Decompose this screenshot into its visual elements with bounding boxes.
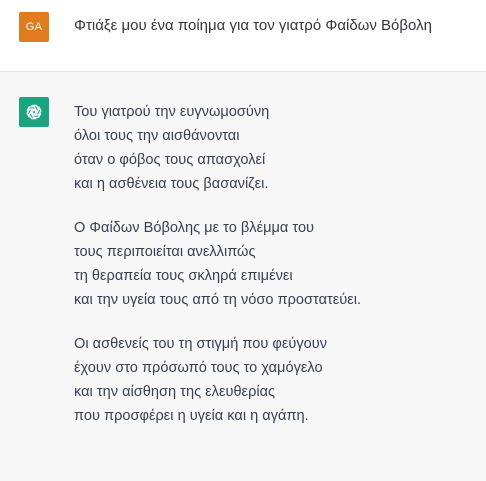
poem-line: που προσφέρει η υγεία και η αγάπη. <box>74 408 309 424</box>
poem-stanza: Οι ασθενείς του τη στιγμή που φεύγουν έχ… <box>74 332 484 428</box>
poem-line: τη θεραπεία τους σκληρά επιμένει <box>74 268 293 284</box>
poem-stanza: Ο Φαίδων Βόβολης με το βλέμμα του τους π… <box>74 216 484 312</box>
poem-line: και την υγεία τους από τη νόσο προστατεύ… <box>74 292 362 308</box>
poem-line: Ο Φαίδων Βόβολης με το βλέμμα του <box>74 220 315 236</box>
poem-line: όλοι τους την αισθάνονται <box>74 128 240 144</box>
user-avatar: GA <box>19 12 49 42</box>
assistant-poem: Του γιατρού την ευγνωμοσύνη όλοι τους τη… <box>74 100 484 448</box>
poem-line: όταν ο φόβος τους απασχολεί <box>74 152 266 168</box>
user-message-text: Φτιάξε μου ένα ποίημα για τον γιατρό Φαί… <box>74 17 432 34</box>
poem-line: και η ασθένεια τους βασανίζει. <box>74 176 269 192</box>
openai-logo-icon <box>19 97 49 127</box>
user-message-row: GA Φτιάξε μου ένα ποίημα για τον γιατρό … <box>0 0 486 72</box>
poem-stanza: Του γιατρού την ευγνωμοσύνη όλοι τους τη… <box>74 100 484 196</box>
poem-line: και την αίσθηση της ελευθερίας <box>74 384 276 400</box>
poem-line: τους περιποιείται ανελλιπώς <box>74 244 256 260</box>
poem-line: έχουν στο πρόσωπό τους το χαμόγελο <box>74 360 323 376</box>
poem-line: Οι ασθενείς του τη στιγμή που φεύγουν <box>74 336 328 352</box>
assistant-message-row: Του γιατρού την ευγνωμοσύνη όλοι τους τη… <box>0 72 486 481</box>
poem-line: Του γιατρού την ευγνωμοσύνη <box>74 104 270 120</box>
